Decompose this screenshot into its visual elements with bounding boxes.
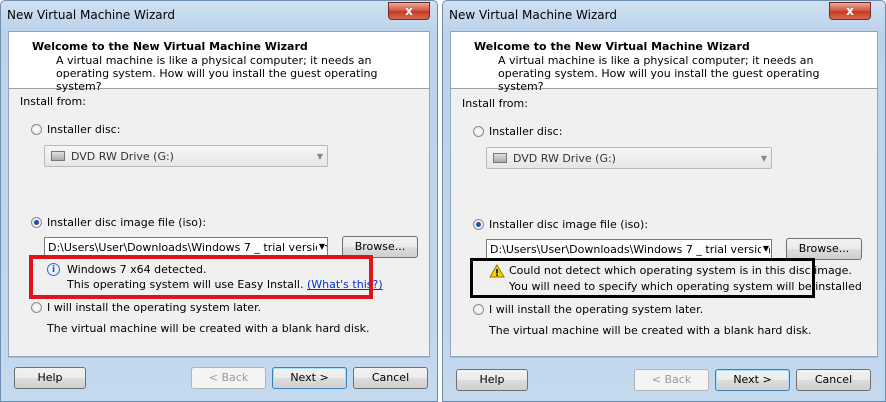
window-title: New Virtual Machine Wizard xyxy=(7,8,175,22)
install-from-label: Install from: xyxy=(462,97,528,110)
close-icon: x xyxy=(846,4,854,18)
dvd-drive-icon xyxy=(51,151,65,161)
page-description: A virtual machine is like a physical com… xyxy=(498,54,820,93)
close-icon: x xyxy=(405,4,413,18)
iso-path-value: D:\Users\User\Downloads\Windows 7 _ tria… xyxy=(490,243,772,256)
close-button[interactable]: x xyxy=(388,2,430,20)
install-later-label: I will install the operating system late… xyxy=(47,301,262,314)
chevron-down-icon[interactable]: ▼ xyxy=(316,242,325,251)
install-later-description: The virtual machine will be created with… xyxy=(489,324,812,337)
wizard-content: Welcome to the New Virtual Machine Wizar… xyxy=(8,31,430,357)
window-title: New Virtual Machine Wizard xyxy=(449,8,617,22)
drive-select-value: DVD RW Drive (G:) xyxy=(513,152,616,165)
iso-path-value: D:\Users\User\Downloads\Windows 7 _ tria… xyxy=(48,241,328,254)
cancel-button[interactable]: Cancel xyxy=(353,367,428,389)
cancel-button[interactable]: Cancel xyxy=(796,369,871,391)
iso-radio[interactable] xyxy=(473,219,484,230)
install-later-radio[interactable] xyxy=(473,304,484,315)
chevron-down-icon: ▼ xyxy=(316,152,323,161)
installer-disc-radio[interactable] xyxy=(31,124,42,135)
footer-divider xyxy=(8,357,430,358)
installer-disc-radio[interactable] xyxy=(473,126,484,137)
chevron-down-icon[interactable]: ▼ xyxy=(760,244,769,253)
installer-disc-label: Installer disc: xyxy=(489,125,563,138)
wizard-window-left: New Virtual Machine Wizard x Welcome to … xyxy=(0,0,438,402)
highlight-box xyxy=(29,255,373,299)
install-later-description: The virtual machine will be created with… xyxy=(47,322,370,335)
browse-button[interactable]: Browse... xyxy=(786,238,862,260)
iso-path-combo[interactable]: D:\Users\User\Downloads\Windows 7 _ tria… xyxy=(486,239,772,259)
install-later-radio[interactable] xyxy=(31,302,42,313)
wizard-content: Welcome to the New Virtual Machine Wizar… xyxy=(450,31,878,357)
next-button[interactable]: Next > xyxy=(272,367,347,389)
chevron-down-icon: ▼ xyxy=(760,154,767,163)
drive-select[interactable]: DVD RW Drive (G:) ▼ xyxy=(486,147,772,169)
drive-select-value: DVD RW Drive (G:) xyxy=(71,150,174,163)
title-bar[interactable]: New Virtual Machine Wizard x xyxy=(1,1,437,31)
wizard-window-right: New Virtual Machine Wizard x Welcome to … xyxy=(442,0,886,402)
page-description: A virtual machine is like a physical com… xyxy=(56,54,378,93)
drive-select[interactable]: DVD RW Drive (G:) ▼ xyxy=(44,145,328,167)
help-button[interactable]: Help xyxy=(14,367,86,389)
close-button[interactable]: x xyxy=(829,2,871,20)
wizard-header: Welcome to the New Virtual Machine Wizar… xyxy=(451,32,877,93)
iso-path-combo[interactable]: D:\Users\User\Downloads\Windows 7 _ tria… xyxy=(44,237,328,257)
wizard-header: Welcome to the New Virtual Machine Wizar… xyxy=(9,32,429,93)
dvd-drive-icon xyxy=(493,153,507,163)
next-button[interactable]: Next > xyxy=(715,369,790,391)
install-from-label: Install from: xyxy=(20,95,86,108)
iso-label: Installer disc image file (iso): xyxy=(489,218,649,231)
installer-disc-label: Installer disc: xyxy=(47,123,121,136)
page-title: Welcome to the New Virtual Machine Wizar… xyxy=(32,40,308,53)
iso-label: Installer disc image file (iso): xyxy=(47,216,207,229)
iso-radio[interactable] xyxy=(31,217,42,228)
footer-divider xyxy=(450,357,878,358)
title-bar[interactable]: New Virtual Machine Wizard x xyxy=(443,1,885,31)
highlight-box xyxy=(470,258,815,298)
page-title: Welcome to the New Virtual Machine Wizar… xyxy=(474,40,750,53)
back-button[interactable]: < Back xyxy=(634,369,709,391)
help-button[interactable]: Help xyxy=(456,369,528,391)
install-later-label: I will install the operating system late… xyxy=(489,303,704,316)
back-button[interactable]: < Back xyxy=(191,367,266,389)
